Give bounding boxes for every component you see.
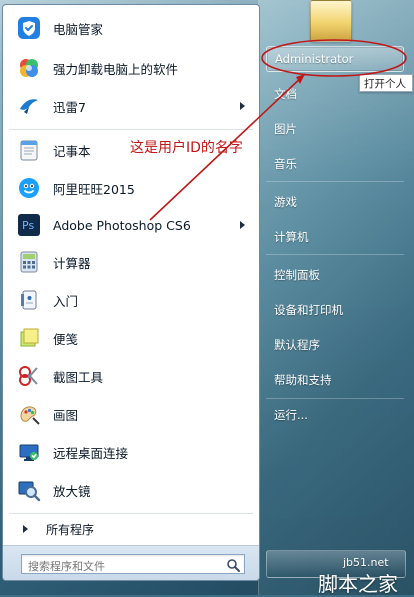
right-item-label: 控制面板 (274, 268, 320, 282)
sticky-notes-icon (13, 322, 45, 354)
all-programs-label: 所有程序 (46, 522, 95, 537)
right-item-run[interactable]: 运行... (266, 402, 404, 428)
tooltip-open-personal: 打开个人 (359, 74, 413, 92)
right-item-label: 设备和打印机 (274, 303, 343, 317)
right-item-label: 游戏 (274, 195, 297, 209)
menu-item-label: 放大镜 (53, 483, 91, 499)
ali-wangwang-icon (13, 172, 45, 204)
menu-item-photoshop[interactable]: Ps Adobe Photoshop CS6 (7, 208, 255, 242)
menu-item-sticky-notes[interactable]: 便笺 (7, 321, 255, 355)
right-item-computer[interactable]: 计算机 (266, 224, 404, 250)
watermark-label: 脚本之家 (318, 568, 398, 597)
right-separator (266, 398, 404, 399)
menu-separator (9, 129, 253, 130)
right-item-help-support[interactable]: 帮助和支持 (266, 367, 404, 393)
right-item-devices-printers[interactable]: 设备和打印机 (266, 297, 404, 323)
shield-check-icon (13, 12, 45, 44)
clover-icon (13, 52, 45, 84)
right-item-label: 图片 (274, 122, 297, 136)
menu-item-calculator[interactable]: 计算器 (7, 245, 255, 279)
right-item-games[interactable]: 游戏 (266, 189, 404, 215)
start-menu-left-pane: 电脑管家 强力卸载电脑上的软件 迅雷7 记事本 阿里旺旺2015 Ps Adob… (2, 4, 260, 581)
right-separator (266, 181, 404, 182)
thunder-bird-icon (13, 90, 45, 122)
submenu-arrow-icon (240, 221, 245, 229)
menu-item-label: 强力卸载电脑上的软件 (53, 61, 179, 77)
magnifier-icon (13, 474, 45, 506)
paint-icon (13, 398, 45, 430)
right-item-default-programs[interactable]: 默认程序 (266, 332, 404, 358)
menu-item-paint[interactable]: 画图 (7, 397, 255, 431)
menu-item-label: 计算器 (53, 255, 91, 271)
menu-item-label: 电脑管家 (53, 21, 104, 37)
right-item-label: 音乐 (274, 157, 297, 171)
menu-item-label: 截图工具 (53, 369, 104, 385)
right-item-label: 帮助和支持 (274, 373, 332, 387)
submenu-arrow-icon (240, 102, 245, 110)
search-icon[interactable] (226, 557, 240, 572)
right-item-label: 计算机 (274, 230, 309, 244)
chevron-right-icon (23, 525, 28, 533)
menu-item-label: 记事本 (53, 143, 91, 159)
menu-item-xunlei[interactable]: 迅雷7 (7, 89, 255, 123)
right-item-music[interactable]: 音乐 (266, 151, 404, 177)
search-input[interactable] (22, 557, 224, 576)
menu-item-label: 便笺 (53, 331, 79, 347)
all-programs-button[interactable]: 所有程序 (7, 517, 255, 541)
menu-item-label: 画图 (53, 407, 79, 423)
notepad-icon (13, 134, 45, 166)
menu-separator (9, 513, 253, 514)
right-item-label: 文档 (274, 87, 297, 101)
right-item-administrator[interactable]: Administrator (266, 46, 404, 72)
right-separator (266, 254, 404, 255)
right-item-control-panel[interactable]: 控制面板 (266, 262, 404, 288)
right-item-label: Administrator (275, 52, 354, 66)
menu-item-label: 远程桌面连接 (53, 445, 129, 461)
menu-item-getting-started[interactable]: 入门 (7, 283, 255, 317)
svg-text:Ps: Ps (22, 219, 34, 232)
tooltip-text: 打开个人 (364, 77, 406, 90)
calculator-icon (13, 246, 45, 278)
menu-item-uninstall-software[interactable]: 强力卸载电脑上的软件 (7, 51, 255, 85)
right-item-pictures[interactable]: 图片 (266, 116, 404, 142)
snipping-tool-icon (13, 360, 45, 392)
annotation-text: 这是用户ID的名字 (130, 137, 243, 157)
menu-item-remote-desktop[interactable]: 远程桌面连接 (7, 435, 255, 469)
search-area (3, 545, 259, 580)
menu-item-label: 阿里旺旺2015 (53, 181, 135, 197)
menu-item-magnifier[interactable]: 放大镜 (7, 473, 255, 507)
user-avatar[interactable] (310, 0, 352, 42)
right-item-label: 默认程序 (274, 338, 320, 352)
search-box[interactable] (21, 554, 245, 576)
annotation-label: 这是用户ID的名字 (130, 140, 243, 156)
menu-item-label: Adobe Photoshop CS6 (53, 217, 191, 233)
getting-started-icon (13, 284, 45, 316)
photoshop-icon: Ps (13, 209, 45, 241)
remote-desktop-icon (13, 436, 45, 468)
menu-item-diannao-guanjia[interactable]: 电脑管家 (7, 11, 255, 45)
right-item-label: 运行... (274, 408, 308, 422)
menu-item-label: 迅雷7 (53, 99, 86, 115)
watermark-label-text: 脚本之家 (318, 572, 398, 596)
menu-item-label: 入门 (53, 293, 79, 309)
menu-item-aliwangwang[interactable]: 阿里旺旺2015 (7, 171, 255, 205)
menu-item-snipping-tool[interactable]: 截图工具 (7, 359, 255, 393)
